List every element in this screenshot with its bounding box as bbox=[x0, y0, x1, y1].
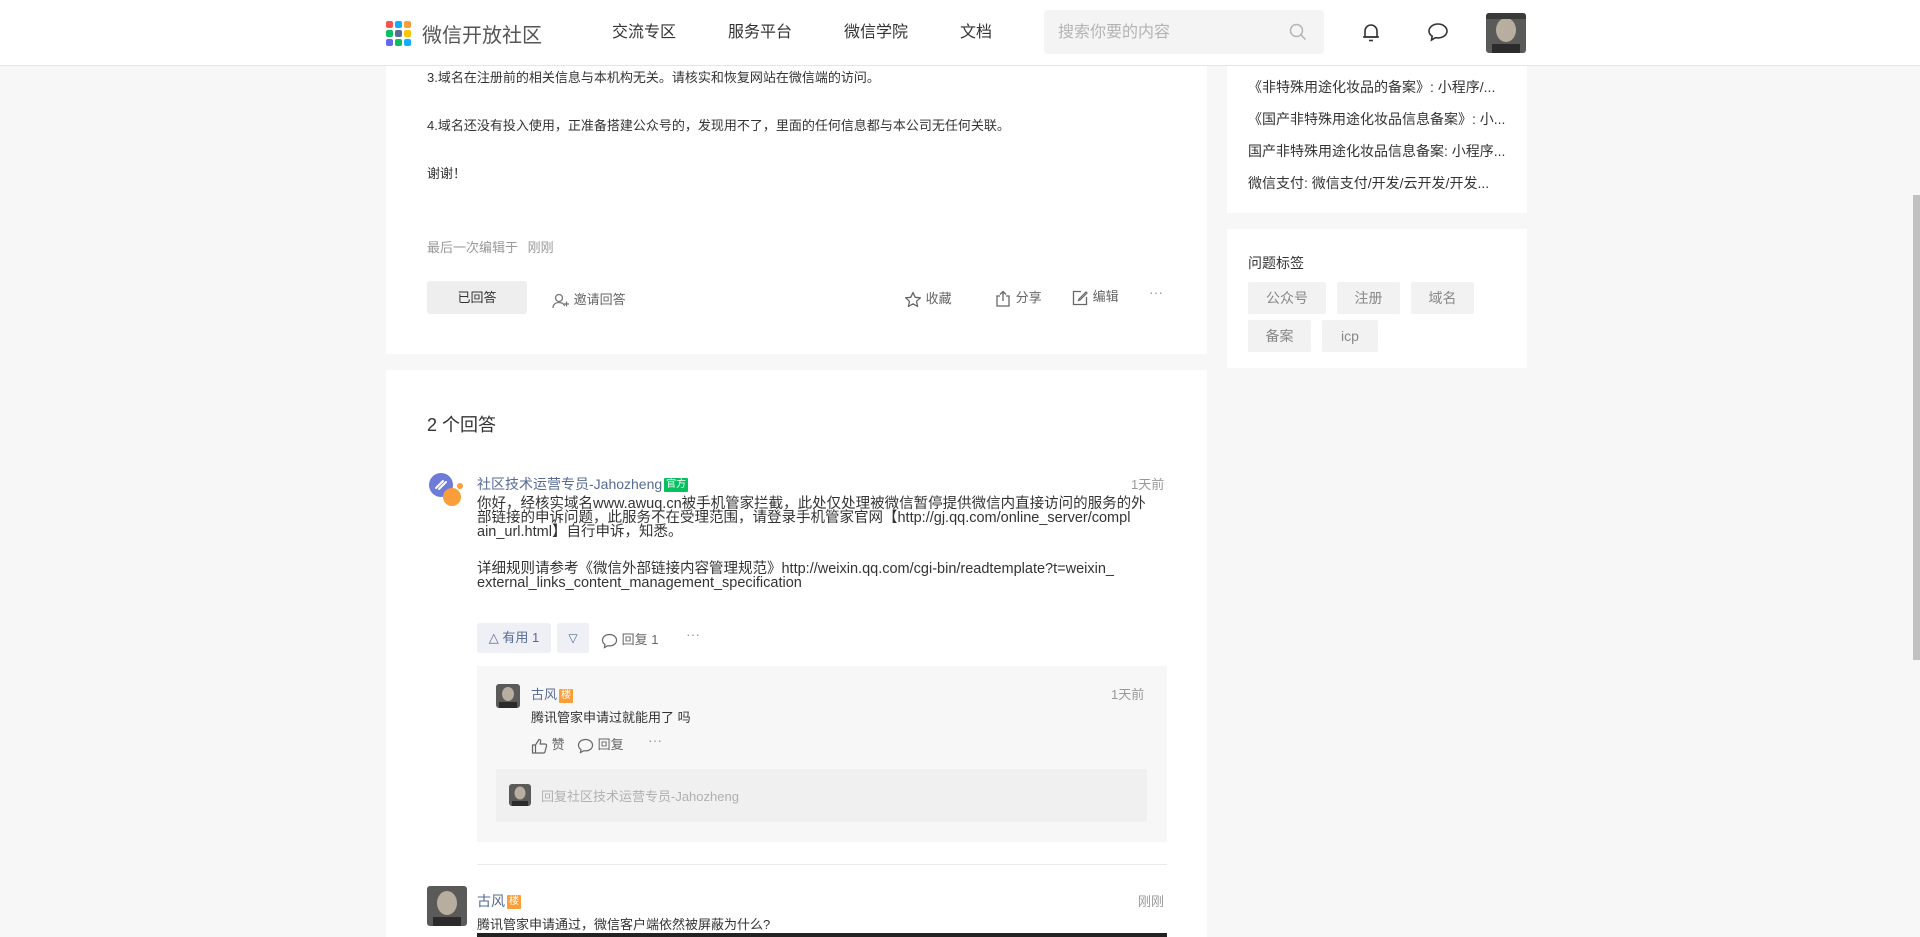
last-edit-time: 刚刚 bbox=[527, 240, 554, 255]
commenter-avatar[interactable] bbox=[496, 684, 520, 708]
floor-badge: 楼 bbox=[559, 688, 574, 703]
edit-icon bbox=[1072, 290, 1088, 305]
not-useful-button[interactable]: ▽ bbox=[557, 623, 589, 653]
second-author-line: 古风楼 bbox=[477, 891, 521, 911]
answer-author-name[interactable]: 社区技术运营专员-Jahozheng bbox=[477, 476, 662, 492]
favorite-label: 收藏 bbox=[925, 291, 952, 306]
answer-reply-button[interactable]: 回复 1 bbox=[601, 629, 658, 649]
answer-reply-label: 回复 1 bbox=[621, 632, 659, 647]
comment-like-label: 赞 bbox=[551, 737, 565, 752]
search-icon[interactable] bbox=[1288, 22, 1308, 42]
reply-avatar-image bbox=[509, 784, 531, 806]
related-link-2[interactable]: 《国产非特殊用途化妆品信息备案》: 小... bbox=[1248, 109, 1518, 129]
logo-icon bbox=[386, 20, 412, 47]
avatar-image bbox=[1486, 13, 1526, 53]
nav-item-services[interactable]: 服务平台 bbox=[728, 0, 792, 65]
tag-gongzhonghao[interactable]: 公众号 bbox=[1248, 282, 1326, 314]
related-link-3[interactable]: 国产非特殊用途化妆品信息备案: 小程序... bbox=[1248, 141, 1518, 161]
invite-answer-button[interactable]: 邀请回答 bbox=[552, 289, 626, 309]
comment-reply-icon bbox=[577, 738, 594, 754]
useful-button[interactable]: △ 有用 1 bbox=[477, 623, 551, 653]
edit-label: 编辑 bbox=[1092, 289, 1119, 304]
share-button[interactable]: 分享 bbox=[994, 287, 1042, 308]
up-arrow-icon: △ bbox=[488, 630, 499, 645]
user-avatar[interactable] bbox=[1486, 13, 1526, 53]
tags-title: 问题标签 bbox=[1248, 255, 1304, 271]
main-nav: 交流专区 服务平台 微信学院 文档 bbox=[612, 0, 1044, 65]
comment-icon bbox=[601, 633, 618, 649]
second-floor-badge: 楼 bbox=[507, 895, 521, 910]
answer-line-4: 详细规则请参考《微信外部链接内容管理规范》http://weixin.qq.co… bbox=[477, 561, 1114, 577]
nav-item-academy[interactable]: 微信学院 bbox=[844, 0, 908, 65]
tag-register[interactable]: 注册 bbox=[1337, 282, 1400, 314]
answer-line-3: ain_url.html】自行申诉，知悉。 bbox=[477, 524, 683, 540]
second-answer-time: 刚刚 bbox=[1138, 894, 1165, 909]
commenter-avatar-image bbox=[496, 684, 520, 708]
second-answer-text: 腾讯管家申请通过，微信客户端依然被屏蔽为什么? bbox=[477, 917, 771, 932]
answer-more-button[interactable]: ··· bbox=[686, 626, 700, 642]
page-scrollbar-thumb[interactable] bbox=[1913, 195, 1920, 660]
answer-body: 你好，经核实域名www.awuq.cn被手机管家拦截，此处仅处理被微信暂停提供微… bbox=[477, 496, 1169, 591]
comment-text: 腾讯管家申请过就能用了 吗 bbox=[531, 710, 691, 725]
answer-author-line: 社区技术运营专员-Jahozheng 官方 bbox=[477, 474, 689, 494]
comment-author-name[interactable]: 古风 bbox=[531, 687, 557, 702]
favorite-button[interactable]: 收藏 bbox=[904, 288, 952, 309]
related-link-1[interactable]: 《非特殊用途化妆品的备案》: 小程序/... bbox=[1248, 77, 1518, 97]
tag-beian[interactable]: 备案 bbox=[1248, 320, 1311, 352]
question-thanks: 谢谢！ bbox=[427, 166, 467, 181]
search-input[interactable] bbox=[1044, 10, 1280, 56]
star-icon bbox=[904, 291, 922, 307]
question-more-button[interactable]: ··· bbox=[1149, 284, 1163, 300]
comment-more-button[interactable]: ··· bbox=[648, 732, 662, 748]
nav-item-community[interactable]: 交流专区 bbox=[612, 0, 676, 65]
answered-button[interactable]: 已回答 bbox=[427, 281, 527, 314]
last-edit-label: 最后一次编辑于 bbox=[427, 240, 519, 255]
comment-time: 1天前 bbox=[1111, 687, 1145, 702]
share-label: 分享 bbox=[1015, 290, 1042, 305]
second-author-name[interactable]: 古风 bbox=[477, 893, 505, 909]
second-answer-image[interactable] bbox=[477, 933, 1167, 937]
tag-domain[interactable]: 域名 bbox=[1411, 282, 1474, 314]
logo-text: 微信开放社区 bbox=[422, 25, 542, 47]
answer-line-1: 你好，经核实域名www.awuq.cn被手机管家拦截，此处仅处理被微信暂停提供微… bbox=[477, 496, 1146, 512]
thumbs-up-icon bbox=[531, 738, 548, 754]
answer-time: 1天前 bbox=[1131, 477, 1165, 492]
question-line-4: 4.域名还没有投入使用，正准备搭建公众号的，发现用不了，里面的任何信息都与本公司… bbox=[427, 118, 1010, 133]
bell-icon[interactable] bbox=[1359, 20, 1383, 44]
top-header: 微信开放社区 交流专区 服务平台 微信学院 文档 bbox=[0, 0, 1920, 66]
tag-icp[interactable]: icp bbox=[1322, 320, 1378, 352]
nav-item-docs[interactable]: 文档 bbox=[960, 0, 992, 65]
comment-reply-label: 回复 bbox=[597, 737, 624, 752]
official-badge: 官方 bbox=[664, 478, 689, 493]
comment-like-button[interactable]: 赞 bbox=[531, 734, 565, 754]
site-logo[interactable]: 微信开放社区 bbox=[386, 19, 542, 48]
edit-button[interactable]: 编辑 bbox=[1071, 286, 1119, 307]
answerer-avatar[interactable] bbox=[427, 471, 465, 509]
last-edit: 最后一次编辑于 刚刚 bbox=[427, 237, 554, 256]
message-icon[interactable] bbox=[1426, 20, 1450, 44]
invite-user-icon bbox=[552, 293, 569, 308]
official-avatar-image bbox=[429, 473, 463, 506]
answers-card bbox=[386, 370, 1207, 937]
question-line-3: 3.域名在注册前的相关信息与本机构无关。请核实和恢复网站在微信端的访问。 bbox=[427, 70, 880, 85]
answer-divider bbox=[477, 864, 1167, 865]
down-arrow-icon: ▽ bbox=[568, 631, 578, 645]
comment-reply-button[interactable]: 回复 bbox=[577, 734, 624, 754]
reply-placeholder: 回复社区技术运营专员-Jahozheng bbox=[541, 789, 739, 804]
related-link-4[interactable]: 微信支付: 微信支付/开发/云开发/开发... bbox=[1248, 173, 1518, 193]
answer-line-2: 部链接的申诉问题，此服务不在受理范围，请登录手机管家官网【http://gj.q… bbox=[477, 510, 1131, 526]
second-answerer-avatar[interactable] bbox=[427, 886, 467, 926]
reply-avatar bbox=[509, 784, 531, 806]
share-icon bbox=[996, 290, 1010, 307]
second-avatar-image bbox=[427, 886, 467, 926]
comment-author-line: 古风楼 bbox=[531, 684, 574, 703]
useful-label: 有用 1 bbox=[502, 630, 540, 645]
answer-line-5: external_links_content_management_specif… bbox=[477, 575, 802, 591]
search-box bbox=[1044, 10, 1324, 56]
reply-input-box[interactable]: 回复社区技术运营专员-Jahozheng bbox=[496, 769, 1147, 822]
answers-count-title: 2 个回答 bbox=[427, 415, 497, 435]
invite-answer-label: 邀请回答 bbox=[573, 292, 626, 307]
